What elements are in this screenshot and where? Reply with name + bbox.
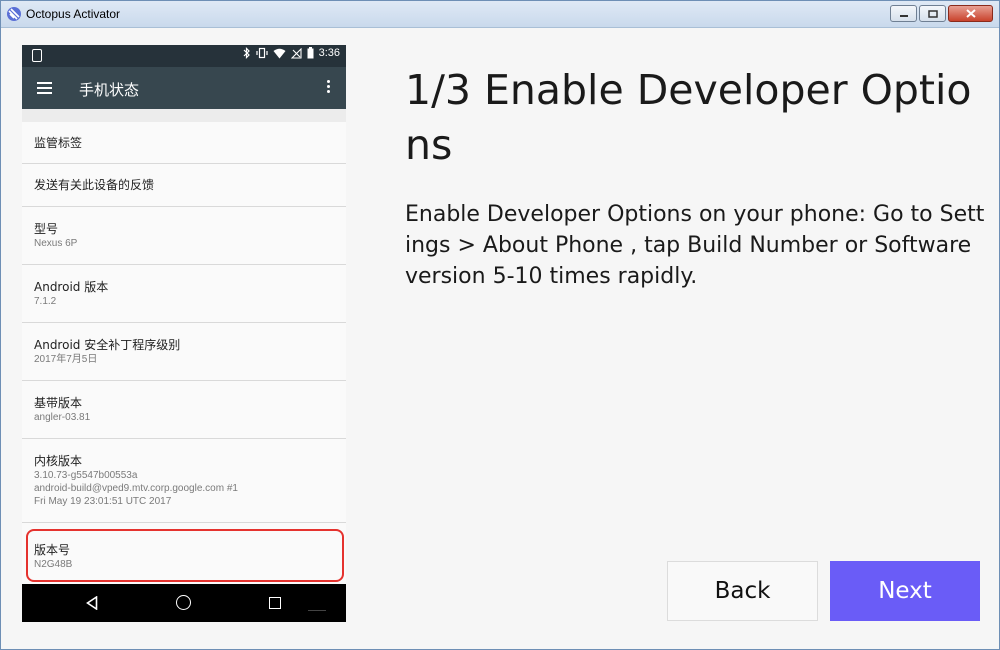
wifi-icon (273, 48, 286, 58)
no-signal-icon (290, 47, 302, 59)
list-item-value: Nexus 6P (34, 238, 78, 249)
vibrate-icon (255, 47, 268, 59)
app-window: Octopus Activator 3:36 手机状态 监管标签 发送有关此设备… (0, 0, 1000, 650)
list-item-title: 内核版本 (34, 454, 83, 468)
list-item-value: 2017年7月5日 (34, 354, 98, 365)
menu-icon[interactable] (37, 82, 52, 97)
phone-screen-title: 手机状态 (79, 81, 140, 99)
status-icons: 3:36 (243, 47, 340, 59)
minimize-button[interactable] (890, 5, 917, 22)
maximize-button[interactable] (919, 5, 946, 22)
list-item-value: angler-03.81 (34, 412, 91, 423)
octopus-app-icon (7, 7, 21, 21)
phone-status-list: 监管标签 发送有关此设备的反馈 型号 Nexus 6P Android 版本 7… (22, 122, 346, 585)
minimize-icon (899, 14, 908, 17)
list-item[interactable]: 监管标签 (22, 122, 346, 164)
nav-bar-marker (308, 610, 326, 611)
list-item[interactable]: 型号 Nexus 6P (22, 207, 346, 265)
window-title: Octopus Activator (26, 7, 121, 21)
back-button[interactable]: Back (667, 561, 818, 621)
next-button[interactable]: Next (830, 561, 980, 621)
list-item-value: Fri May 19 23:01:51 UTC 2017 (34, 496, 172, 507)
maximize-icon (927, 9, 938, 18)
home-circle-icon[interactable] (176, 595, 191, 610)
list-item-title: 基带版本 (34, 396, 83, 410)
list-item[interactable]: Android 安全补丁程序级别 2017年7月5日 (22, 323, 346, 381)
list-item-value: N2G48B (34, 559, 73, 570)
recents-square-icon[interactable] (269, 597, 281, 609)
step-description: Enable Developer Options on your phone: … (405, 202, 985, 289)
list-item[interactable]: 基带版本 angler-03.81 (22, 381, 346, 439)
list-item[interactable]: Android 版本 7.1.2 (22, 265, 346, 323)
list-item-value: 7.1.2 (34, 296, 57, 307)
list-item-title: 型号 (34, 222, 59, 236)
list-item-value: android-build@vped9.mtv.corp.google.com … (34, 483, 238, 494)
list-item[interactable]: 发送有关此设备的反馈 (22, 164, 346, 207)
phone-status-bar: 3:36 (22, 45, 346, 67)
title-bar[interactable]: Octopus Activator (1, 1, 999, 28)
list-item-title: Android 安全补丁程序级别 (34, 338, 181, 352)
phone-app-bar: 手机状态 (22, 67, 346, 109)
phone-notification-icon (32, 49, 42, 62)
battery-icon (307, 47, 314, 59)
status-time: 3:36 (318, 47, 340, 59)
close-icon (965, 9, 976, 18)
list-item-title: 版本号 (34, 543, 71, 557)
list-item-title: Android 版本 (34, 280, 109, 294)
more-options-icon[interactable] (327, 80, 331, 95)
step-heading: 1/3 Enable Developer Options (405, 66, 972, 169)
list-item-title: 监管标签 (34, 135, 83, 150)
close-button[interactable] (948, 5, 993, 22)
back-triangle-icon[interactable] (86, 596, 98, 610)
window-controls (890, 5, 993, 22)
list-item-value: 3.10.73-g5547b00553a (34, 470, 138, 481)
list-item-title: 发送有关此设备的反馈 (34, 178, 155, 192)
phone-screenshot: 3:36 手机状态 监管标签 发送有关此设备的反馈 型号 Nexus 6P An… (22, 45, 346, 622)
bluetooth-icon (243, 47, 250, 59)
build-number-item[interactable]: 版本号 N2G48B (22, 523, 346, 585)
phone-nav-bar (22, 584, 346, 622)
list-item[interactable]: 内核版本 3.10.73-g5547b00553a android-build@… (22, 439, 346, 523)
